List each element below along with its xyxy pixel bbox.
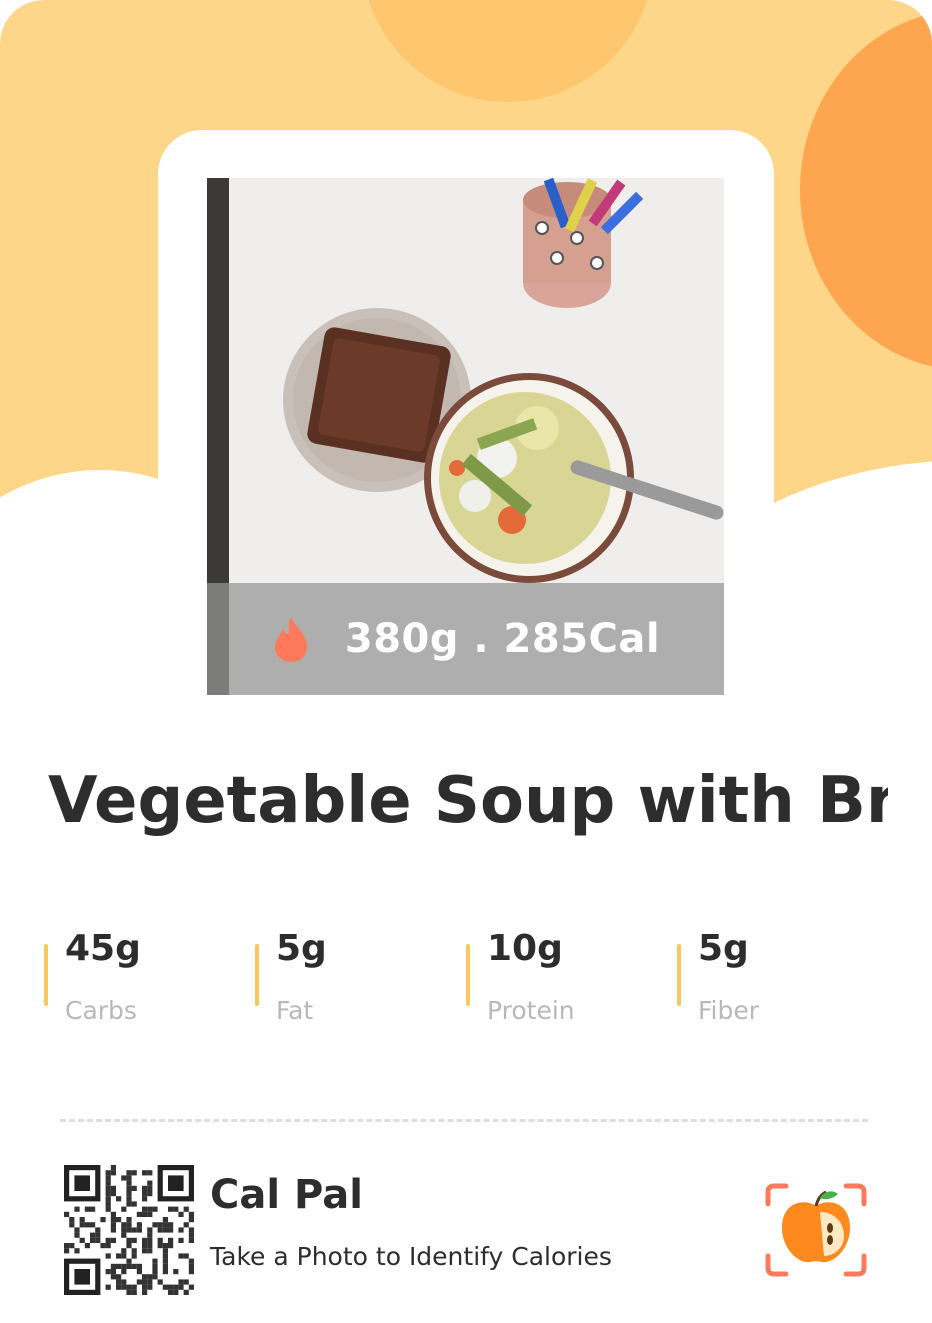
weight-calorie-text: 380g . 285Cal <box>344 616 661 662</box>
meal-title: Vegetable Soup with Br... <box>48 764 888 838</box>
macro-value: 5g <box>276 928 327 969</box>
macro-label: Carbs <box>65 996 137 1025</box>
macro-label: Fat <box>276 996 314 1025</box>
qr-code-icon[interactable] <box>64 1165 198 1295</box>
apple-scan-logo-icon <box>765 1183 867 1277</box>
macro-fat: 5g Fat <box>255 928 455 1038</box>
food-photo: 380g . 285Cal <box>207 178 724 695</box>
brand-tagline: Take a Photo to Identify Calories <box>210 1242 612 1271</box>
weight-calorie-overlay: 380g . 285Cal <box>207 583 724 695</box>
share-card: 380g . 285Cal Vegetable Soup with Br... … <box>0 0 932 1323</box>
macro-value: 5g <box>698 928 749 969</box>
macro-value: 10g <box>487 928 563 969</box>
dashed-divider <box>60 1119 868 1122</box>
flame-icon <box>274 617 307 662</box>
macro-protein: 10g Protein <box>466 928 666 1038</box>
macro-list: 45g Carbs 5g Fat 10g Protein 5g Fiber <box>44 928 904 1038</box>
macro-carbs: 45g Carbs <box>44 928 244 1038</box>
macro-accent-bar <box>255 944 259 1006</box>
macro-value: 45g <box>65 928 141 969</box>
macro-accent-bar <box>44 944 48 1006</box>
macro-label: Protein <box>487 996 575 1025</box>
macro-fiber: 5g Fiber <box>677 928 877 1038</box>
macro-accent-bar <box>466 944 470 1006</box>
macro-label: Fiber <box>698 996 760 1025</box>
brand-name: Cal Pal <box>210 1172 363 1218</box>
macro-accent-bar <box>677 944 681 1006</box>
